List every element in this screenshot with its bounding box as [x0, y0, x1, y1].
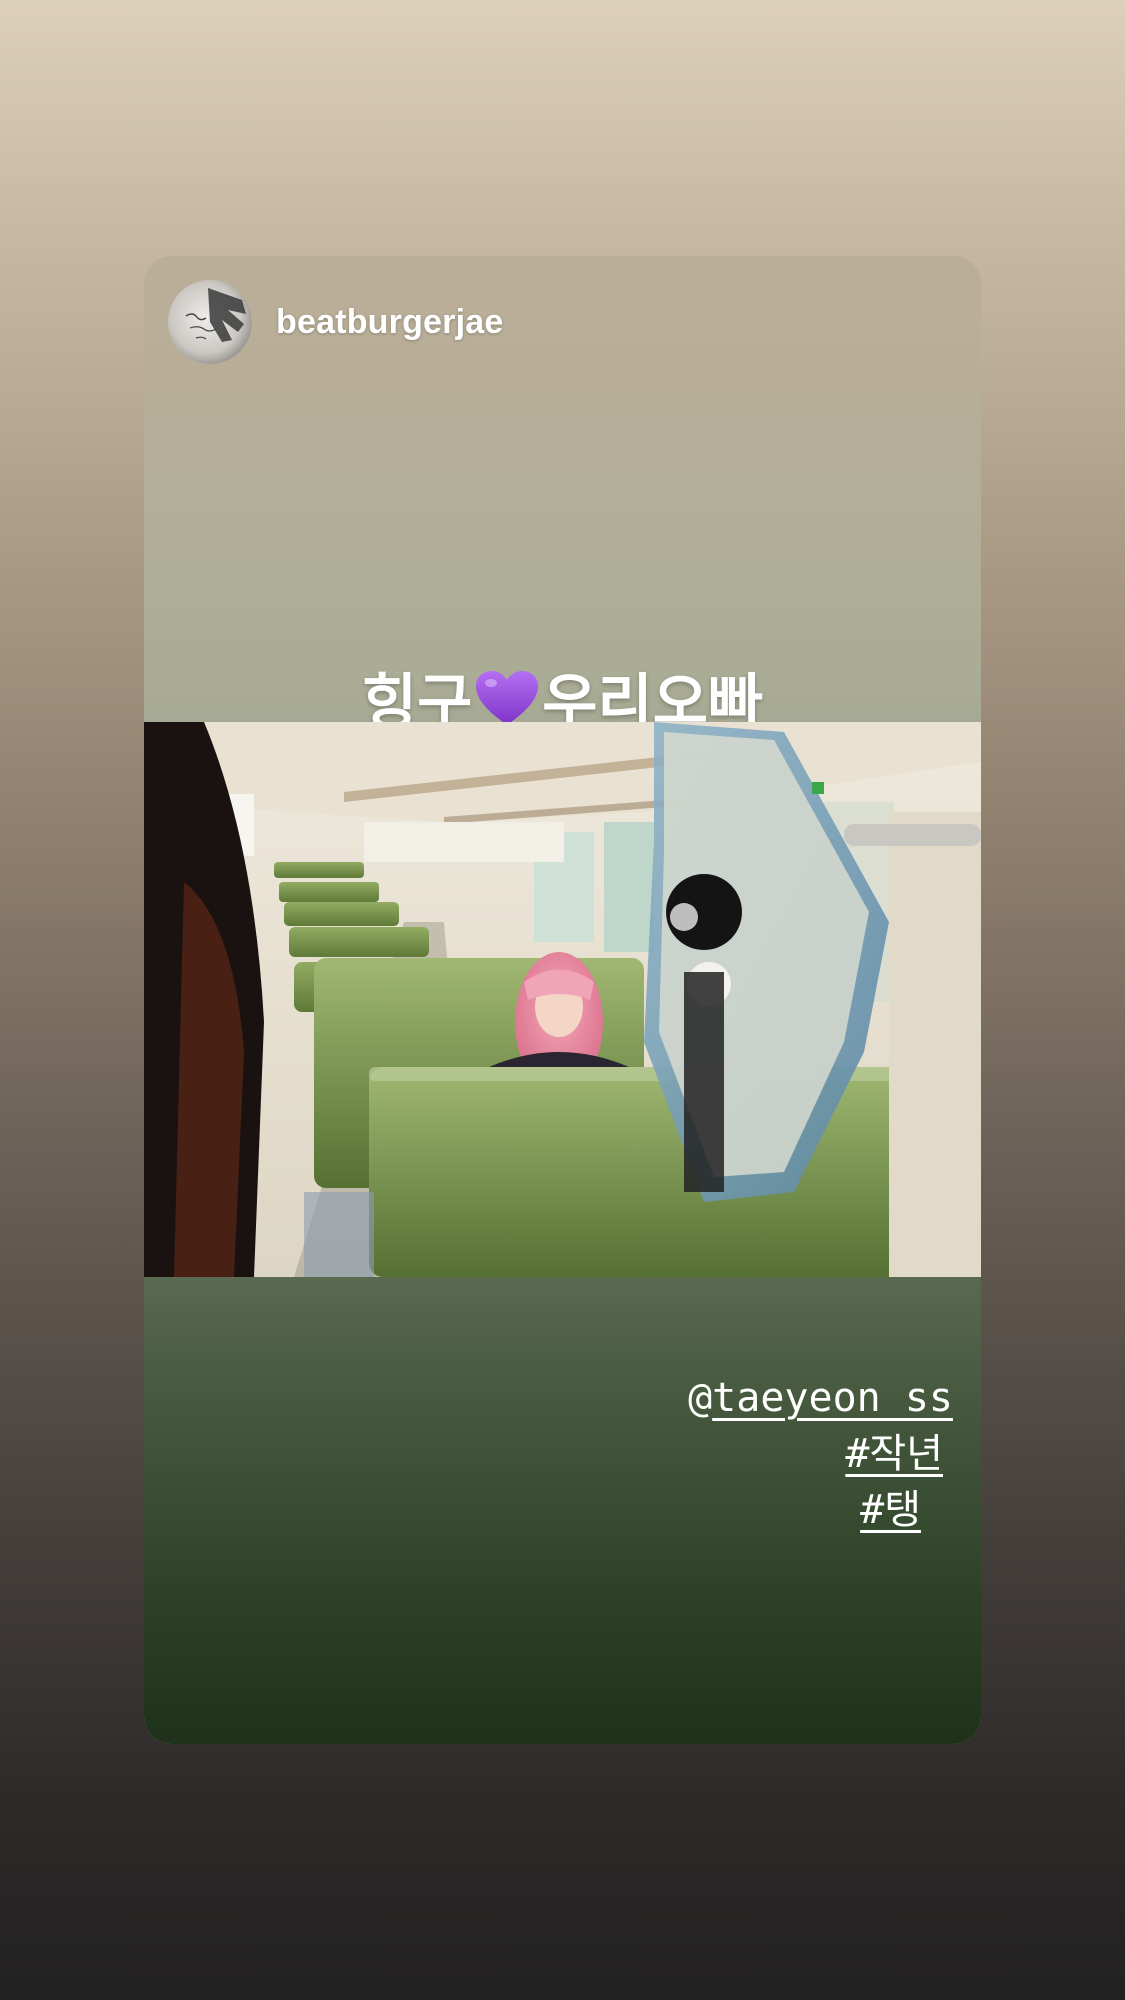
hashtag-1[interactable]: #작년: [845, 1431, 943, 1477]
mention-at-symbol: @: [688, 1375, 713, 1421]
post-photo[interactable]: [144, 722, 981, 1277]
hashtag-line-2: #탱: [688, 1482, 921, 1538]
hashtag-line-1: #작년: [688, 1426, 943, 1482]
post-header[interactable]: beatburgerjae: [168, 280, 503, 364]
shared-post-card[interactable]: beatburgerjae 힝구 우리오빠 @taeyeon_ss #작년 #탱: [144, 256, 981, 1744]
mentions-block: @taeyeon_ss #작년 #탱: [688, 1370, 953, 1538]
hashtag-2[interactable]: #탱: [860, 1487, 921, 1533]
avatar-image: [168, 280, 252, 364]
mention-tag-user[interactable]: taeyeon_ss: [712, 1375, 953, 1421]
train-interior-photo: [144, 722, 981, 1277]
avatar[interactable]: [168, 280, 252, 364]
mention-line: @taeyeon_ss: [688, 1370, 953, 1426]
username-label[interactable]: beatburgerjae: [276, 303, 503, 342]
